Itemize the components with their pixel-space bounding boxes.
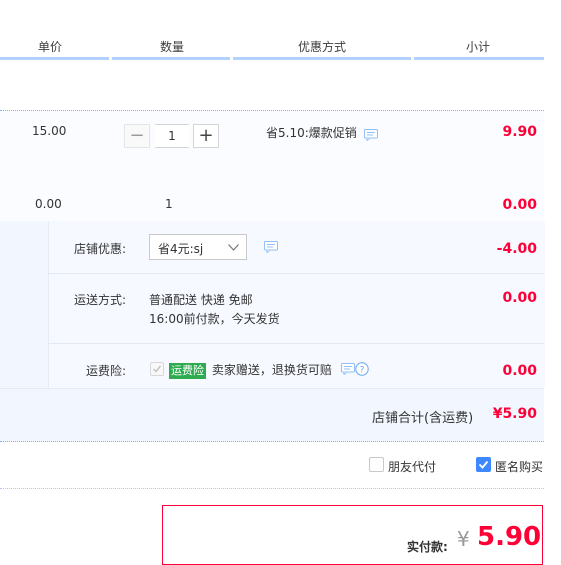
header-divider [233,57,411,60]
shop-total-label: 店铺合计(含运费) [372,411,474,426]
gift-item-subtotal: 0.00 [502,197,537,213]
anonymous-checkbox[interactable] [476,457,491,472]
coupon-amount: -4.00 [496,241,537,257]
chevron-down-icon [228,244,239,251]
section-divider [0,488,544,490]
coupon-selected-value: 省4元:sj [158,242,204,256]
header-quantity: 数量 [159,40,184,54]
coupon-label: 店铺优惠: [73,242,126,256]
header-unit-price: 单价 [37,40,62,54]
header-divider [414,57,544,60]
payment-currency: ¥ [457,527,470,551]
item-discount-text: 省5.10:爆款促销 [266,126,357,140]
chat-icon[interactable] [264,241,278,253]
friend-pay-label[interactable]: 朋友代付 [388,458,436,475]
checkmark-icon [478,460,489,469]
quantity-increase-button[interactable]: + [193,124,219,148]
item-subtotal: 9.90 [502,124,537,140]
shop-total-value: ¥5.90 [492,406,537,422]
insurance-label: 运费险: [85,364,126,378]
shipping-amount: 0.00 [502,290,537,306]
item-unit-price: 15.00 [32,124,67,138]
quantity-decrease-button[interactable]: − [124,124,150,148]
insurance-amount: 0.00 [502,363,537,379]
header-divider [112,57,230,60]
header-subtotal: 小计 [465,40,490,54]
payment-summary-box: 实付款: ¥ 5.90 [162,505,543,565]
payment-amount: 5.90 [477,522,542,552]
shop-summary-block: 店铺优惠: 省4元:sj -4.00 运送方式: 普通配送 快递 免邮 16:0… [0,221,545,442]
svg-text:?: ? [360,366,365,376]
chat-icon[interactable] [341,363,355,375]
shipping-method: 普通配送 快递 免邮 [149,293,253,307]
gift-item-quantity: 1 [165,197,173,211]
row-divider [48,343,544,344]
payment-label: 实付款: [407,540,448,554]
insurance-text: 卖家赠送，退换货可赔 [211,363,332,377]
gift-item-unit-price: 0.00 [35,197,62,211]
anonymous-label[interactable]: 匿名购买 [495,458,544,475]
header-divider [0,57,109,60]
coupon-select[interactable]: 省4元:sj [149,234,247,260]
row-divider [48,273,544,274]
shipping-delivery-note: 16:00前付款，今天发货 [149,312,280,326]
insurance-badge: 运费险 [169,363,206,379]
shipping-label: 运送方式: [73,293,126,307]
help-icon[interactable]: ? [355,362,369,376]
friend-pay-checkbox[interactable] [369,457,384,472]
chat-icon[interactable] [364,129,378,141]
quantity-input[interactable]: 1 [155,124,189,148]
row-divider [0,388,544,389]
insurance-info: 运费险 卖家赠送，退换货可赔 [169,361,332,379]
insurance-checkbox[interactable] [150,362,164,376]
checkmark-icon [153,365,162,373]
header-discount: 优惠方式 [297,40,346,54]
order-item-block: 15.00 − 1 + 省5.10:爆款促销 9.90 0.00 1 0.00 [0,110,544,222]
